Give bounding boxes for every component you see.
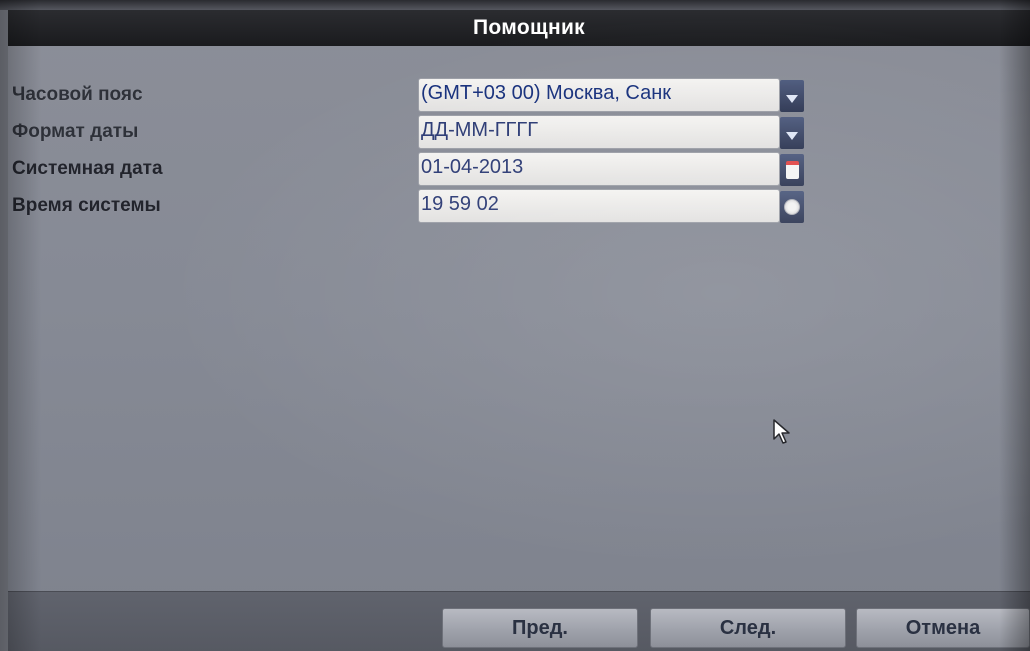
button-bar: Пред. След. Отмена xyxy=(8,591,1030,651)
calendar-icon xyxy=(785,161,799,179)
monitor-bezel xyxy=(0,0,1030,10)
calendar-button[interactable] xyxy=(780,154,804,186)
clock-icon xyxy=(784,199,800,215)
mouse-pointer-icon xyxy=(772,418,794,451)
chevron-down-icon xyxy=(786,132,798,140)
next-button[interactable]: След. xyxy=(650,608,846,648)
date-format-label: Формат даты xyxy=(12,121,139,142)
timezone-dropdown-button[interactable] xyxy=(780,80,804,112)
date-format-row: Формат даты ДД-ММ-ГГГГ xyxy=(8,115,828,151)
system-date-label: Системная дата xyxy=(12,158,163,179)
title-bar: Помощник xyxy=(8,10,1030,46)
system-time-label: Время системы xyxy=(12,195,161,216)
prev-button[interactable]: Пред. xyxy=(442,608,638,648)
timezone-label: Часовой пояс xyxy=(12,84,143,105)
chevron-down-icon xyxy=(786,95,798,103)
system-date-field[interactable]: 01-04-2013 xyxy=(418,152,780,186)
date-format-select[interactable]: ДД-ММ-ГГГГ xyxy=(418,115,780,149)
timezone-select[interactable]: (GMT+03 00) Москва, Санк xyxy=(418,78,780,112)
dialog-title: Помощник xyxy=(473,16,585,39)
timezone-row: Часовой пояс (GMT+03 00) Москва, Санк xyxy=(8,78,828,114)
wizard-dialog: Помощник Часовой пояс (GMT+03 00) Москва… xyxy=(8,10,1030,651)
clock-button[interactable] xyxy=(780,191,804,223)
screen: Помощник Часовой пояс (GMT+03 00) Москва… xyxy=(0,0,1030,651)
system-time-row: Время системы 19 59 02 xyxy=(8,189,828,225)
date-format-dropdown-button[interactable] xyxy=(780,117,804,149)
cancel-button[interactable]: Отмена xyxy=(856,608,1030,648)
system-date-row: Системная дата 01-04-2013 xyxy=(8,152,828,188)
system-time-field[interactable]: 19 59 02 xyxy=(418,189,780,223)
